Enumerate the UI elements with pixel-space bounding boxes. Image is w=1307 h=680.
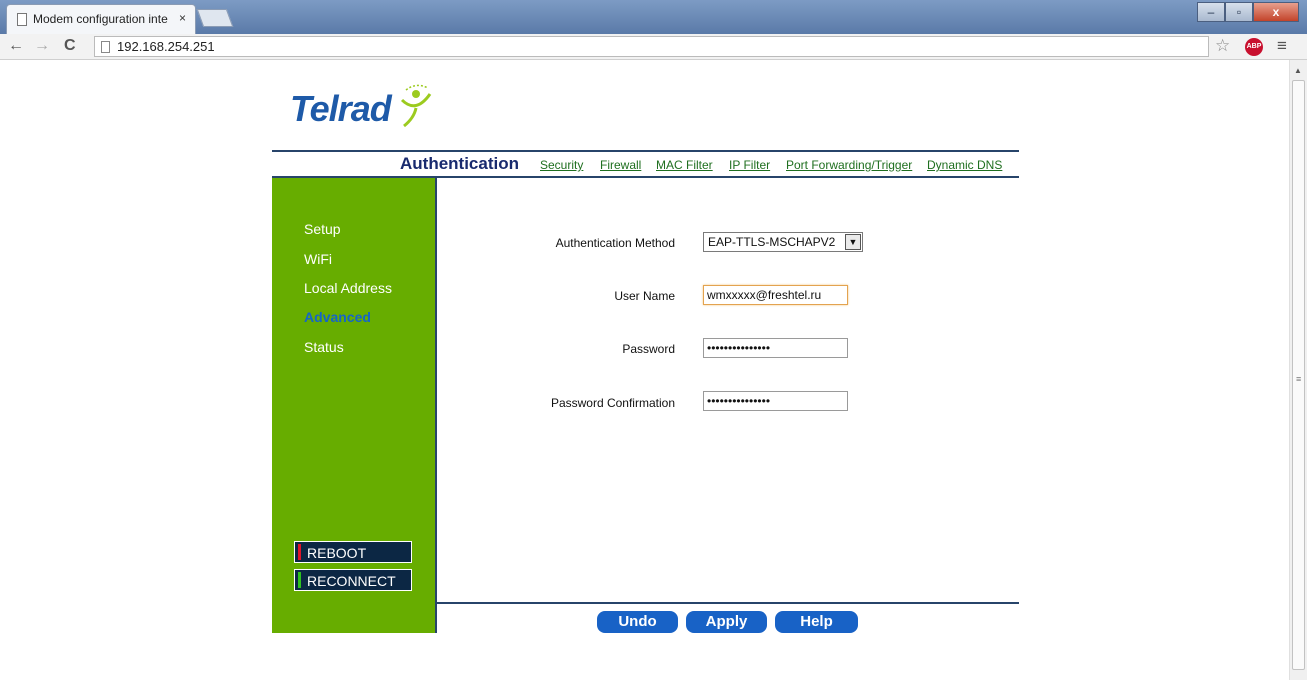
scroll-up-icon[interactable]: ▲: [1294, 66, 1302, 75]
scroll-thumb[interactable]: ≡: [1292, 80, 1305, 670]
password-label: Password: [622, 342, 675, 356]
window-controls: – ▫ x: [1197, 2, 1299, 22]
maximize-button[interactable]: ▫: [1225, 2, 1253, 22]
sidebar: Setup WiFi Local Address Advanced Status…: [272, 178, 435, 633]
undo-button[interactable]: Undo: [597, 611, 678, 633]
tab-ip-filter[interactable]: IP Filter: [729, 158, 770, 172]
scroll-grip-icon: ≡: [1296, 374, 1302, 384]
browser-tab[interactable]: Modem configuration inte ×: [6, 4, 196, 34]
username-input[interactable]: wmxxxxx@freshtel.ru: [703, 285, 848, 305]
bookmark-star-icon[interactable]: ☆: [1215, 36, 1230, 56]
reconnect-indicator: [298, 572, 301, 588]
reboot-indicator: [298, 544, 301, 560]
page-icon: [17, 13, 27, 26]
telrad-logo: Telrad: [290, 88, 392, 129]
form-bottom-rule: [437, 602, 1019, 604]
telrad-swirl-icon: [400, 84, 432, 128]
tab-port-forwarding[interactable]: Port Forwarding/Trigger: [786, 158, 912, 172]
reconnect-button[interactable]: RECONNECT: [294, 569, 412, 591]
password-confirm-input[interactable]: •••••••••••••••: [703, 391, 848, 411]
auth-method-label: Authentication Method: [555, 236, 675, 250]
tab-authentication[interactable]: Authentication: [400, 154, 519, 174]
tab-close-icon[interactable]: ×: [179, 11, 186, 25]
apply-button[interactable]: Apply: [686, 611, 767, 633]
new-tab-button[interactable]: [196, 9, 234, 27]
sidebar-item-status[interactable]: Status: [304, 339, 344, 355]
sidebar-item-setup[interactable]: Setup: [304, 221, 341, 237]
sidebar-divider: [435, 178, 437, 633]
address-text: 192.168.254.251: [117, 39, 215, 54]
sub-navigation: Authentication Security Firewall MAC Fil…: [272, 154, 1019, 176]
auth-method-value: EAP-TTLS-MSCHAPV2: [708, 235, 836, 249]
page-icon: [101, 41, 110, 53]
reconnect-label: RECONNECT: [307, 573, 396, 589]
password-input[interactable]: •••••••••••••••: [703, 338, 848, 358]
username-label: User Name: [614, 289, 675, 303]
tab-title: Modem configuration inte: [33, 12, 168, 26]
forward-icon[interactable]: →: [34, 37, 50, 55]
help-button[interactable]: Help: [775, 611, 858, 633]
back-icon[interactable]: ←: [8, 37, 24, 55]
adblock-icon[interactable]: ABP: [1245, 38, 1263, 56]
browser-toolbar: ← → C 192.168.254.251 ☆ ABP ≡: [0, 34, 1307, 60]
chevron-down-icon[interactable]: ▼: [845, 234, 861, 250]
tab-security[interactable]: Security: [540, 158, 583, 172]
close-window-button[interactable]: x: [1253, 2, 1299, 22]
browser-menu-icon[interactable]: ≡: [1277, 36, 1287, 56]
address-bar[interactable]: 192.168.254.251: [94, 36, 1209, 57]
tab-firewall[interactable]: Firewall: [600, 158, 641, 172]
sidebar-item-advanced[interactable]: Advanced: [304, 309, 371, 325]
tab-mac-filter[interactable]: MAC Filter: [656, 158, 713, 172]
minimize-button[interactable]: –: [1197, 2, 1225, 22]
tab-dynamic-dns[interactable]: Dynamic DNS: [927, 158, 1002, 172]
reboot-button[interactable]: REBOOT: [294, 541, 412, 563]
vertical-scrollbar[interactable]: ▲ ≡: [1289, 60, 1307, 680]
auth-method-select[interactable]: EAP-TTLS-MSCHAPV2 ▼: [703, 232, 863, 252]
window-titlebar: Modem configuration inte × – ▫ x: [0, 0, 1307, 34]
nav-top-rule: [272, 150, 1019, 152]
sidebar-item-local-address[interactable]: Local Address: [304, 280, 392, 296]
reboot-label: REBOOT: [307, 545, 367, 561]
sidebar-item-wifi[interactable]: WiFi: [304, 251, 332, 267]
reload-icon[interactable]: C: [64, 37, 76, 55]
password-confirm-label: Password Confirmation: [550, 396, 675, 410]
